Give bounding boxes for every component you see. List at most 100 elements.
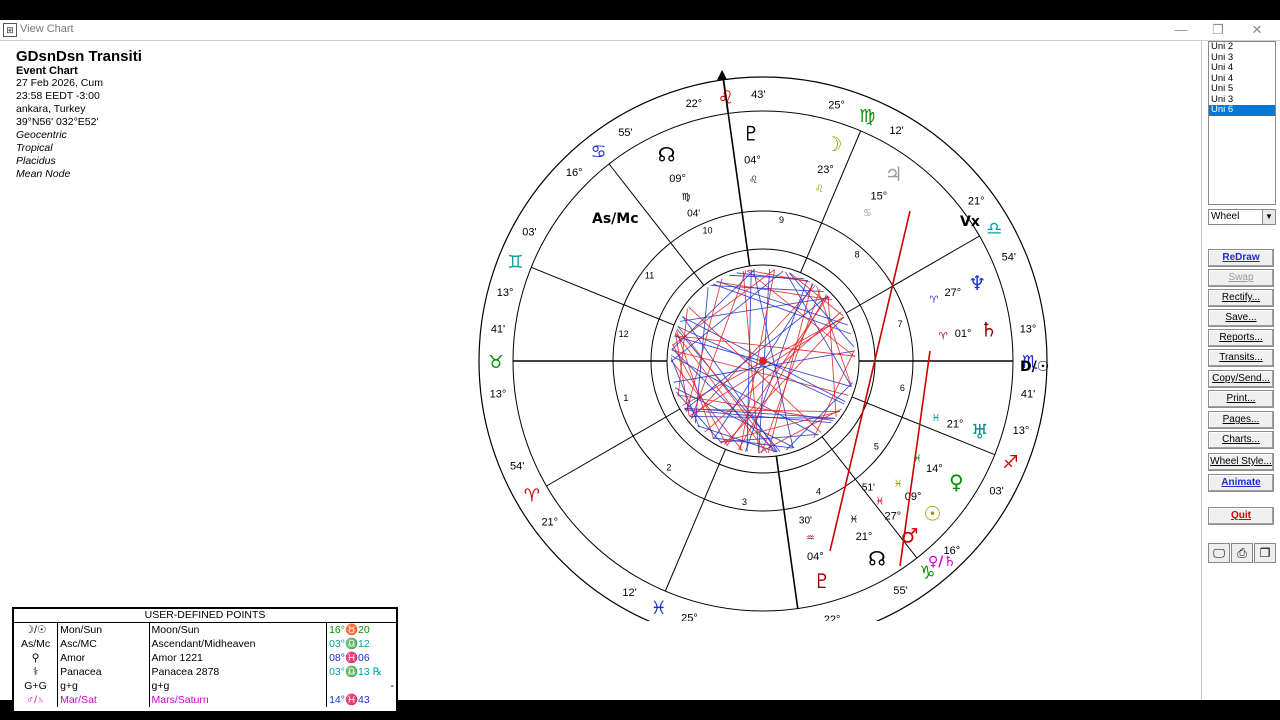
sign-glyph: ♎ [986,219,1002,240]
save-button[interactable]: Save... [1208,309,1274,327]
planet-glyph[interactable]: ☊ [658,142,676,166]
sign-degree: 22° [824,614,841,621]
aspect-line [684,295,829,411]
planet-minute: 04' [687,208,700,219]
udp-name: g+g [57,679,150,693]
house-cusp-line [664,449,726,592]
uni-list-item[interactable]: Uni 2 [1209,41,1275,53]
planet-sign: ♈ [939,332,948,343]
quit-button[interactable]: Quit [1208,507,1274,525]
chart-option-node: Mean Node [16,168,71,180]
uni-list-item[interactable]: Uni 4 [1209,62,1275,74]
sign-minute: 54' [510,460,524,472]
chart-info: GDsnDsn Transiti Event Chart 27 Feb 2026… [16,49,276,181]
chart-option-zodiac: Tropical [16,142,53,154]
sign-degree: 16° [566,167,583,179]
sign-glyph: ♋ [591,142,607,163]
planet-glyph[interactable]: ♇ [813,569,831,593]
print-button[interactable]: Print... [1208,390,1274,408]
pages-button[interactable]: Pages... [1208,411,1274,429]
planet-minute: 30' [799,515,812,526]
planet-sign: ♓ [876,496,885,507]
udp-full: Ascendant/Midheaven [149,637,328,651]
aspect-line [767,283,813,453]
wheel-circle-0 [478,76,1048,621]
sign-minute: 03' [522,227,536,239]
title-bar: ⊞ View Chart — ❐ ✕ [0,20,1280,41]
house-number: 11 [645,271,654,281]
chart-area: GDsnDsn Transiti Event Chart 27 Feb 2026… [0,41,1200,713]
sign-minute: 43' [751,89,765,101]
sign-minute: 54' [1002,252,1016,264]
planet-glyph[interactable]: ♄ [980,317,998,341]
swap-button[interactable]: Swap [1208,269,1274,287]
chart-place: ankara, Turkey [16,103,86,115]
reports-button[interactable]: Reports... [1208,329,1274,347]
copy-icon[interactable]: ❐ [1254,543,1276,563]
house-cusp-line [546,408,681,487]
planet-sign: ♌ [815,184,824,195]
chart-app-icon[interactable]: ⊞ [3,23,17,37]
chart-option-zodiac-view: Geocentric [16,129,67,141]
udp-full: g+g [149,679,328,693]
charts-button[interactable]: Charts... [1208,431,1274,449]
planet-sign: ♒ [806,533,815,544]
planet-glyph[interactable]: ♅ [971,419,989,443]
rectify-button[interactable]: Rectify... [1208,289,1274,307]
house-number: 1 [623,393,628,403]
udp-name: Mon/Sun [57,623,150,637]
sign-glyph: ♒ [792,616,808,621]
planet-sign: ♌ [749,175,758,186]
uni-list-item[interactable]: Uni 6 [1209,104,1275,116]
planet-glyph[interactable]: ♇ [742,121,760,145]
chart-wheel[interactable]: 123456789101112♌22°43'♋16°55'♊13°03'♉13°… [470,61,1070,621]
planet-glyph[interactable]: ♀ [949,470,964,494]
user-defined-points-panel: USER-DEFINED POINTS ☽/☉ Mon/Sun Moon/Sun 16… [12,607,398,713]
planet-glyph[interactable]: ♆ [968,271,986,295]
planet-glyph[interactable]: ♃ [885,162,903,186]
planet-glyph[interactable]: ☽ [824,132,842,156]
sign-degree: 22° [686,98,703,110]
close-button[interactable]: ✕ [1246,22,1268,38]
udp-name: Panacea [57,665,150,679]
house-number: 2 [666,462,671,472]
udp-sym: ☽/☉ [14,623,59,637]
monitor-icon[interactable]: 🖵 [1208,543,1230,563]
planet-degree: 04° [807,551,824,563]
minimize-button[interactable]: — [1170,22,1192,38]
animate-button[interactable]: Animate [1208,474,1274,492]
planet-sign: ♍ [682,192,691,203]
udp-pos: 03°♎12 [329,638,370,650]
planet-glyph[interactable]: ☉ [923,502,941,526]
copy-send-button[interactable]: Copy/Send... [1208,370,1274,388]
chart-option-houses: Placidus [16,155,56,167]
chart-coords: 39°N56' 032°E52' [16,116,99,128]
chart-mode-select[interactable]: Wheel ▼ [1208,209,1276,225]
sign-minute: 12' [889,125,903,137]
udp-row: ⚕ Panacea Panacea 2878 03°♎13 ℞ [14,665,396,679]
house-number: 6 [900,383,905,393]
redraw-button[interactable]: ReDraw [1208,249,1274,267]
printer-icon[interactable]: ⎙ [1231,543,1253,563]
sign-degree: 13° [1013,425,1030,437]
planet-degree: 21° [947,418,964,430]
uni-list[interactable]: Uni 2 Uni 3 Uni 4 Uni 4 Uni 5 Uni 3 Uni 6 [1208,41,1276,205]
restore-button[interactable]: ❐ [1207,22,1229,38]
planet-glyph[interactable]: ☊ [868,546,886,570]
udp-sym: As/Mc [14,637,59,651]
house-number: 3 [742,497,747,507]
udp-full: Amor 1221 [149,651,328,665]
aspect-line [761,288,821,454]
center-point [759,357,767,365]
house-number: 5 [874,441,879,451]
chevron-down-icon[interactable]: ▼ [1262,210,1275,224]
uni-list-item[interactable]: Uni 5 [1209,83,1275,95]
sign-minute: 55' [893,585,907,597]
wheel-style-button[interactable]: Wheel Style... [1208,453,1274,471]
house-number: 4 [816,487,821,497]
udp-row: ♂/♄ Mar/Sat Mars/Saturn 14°♓43 [14,693,396,707]
sign-degree: 21° [541,517,558,529]
transits-button[interactable]: Transits... [1208,349,1274,367]
planet-degree: 21° [856,531,873,543]
planet-degree: 15° [871,191,888,203]
